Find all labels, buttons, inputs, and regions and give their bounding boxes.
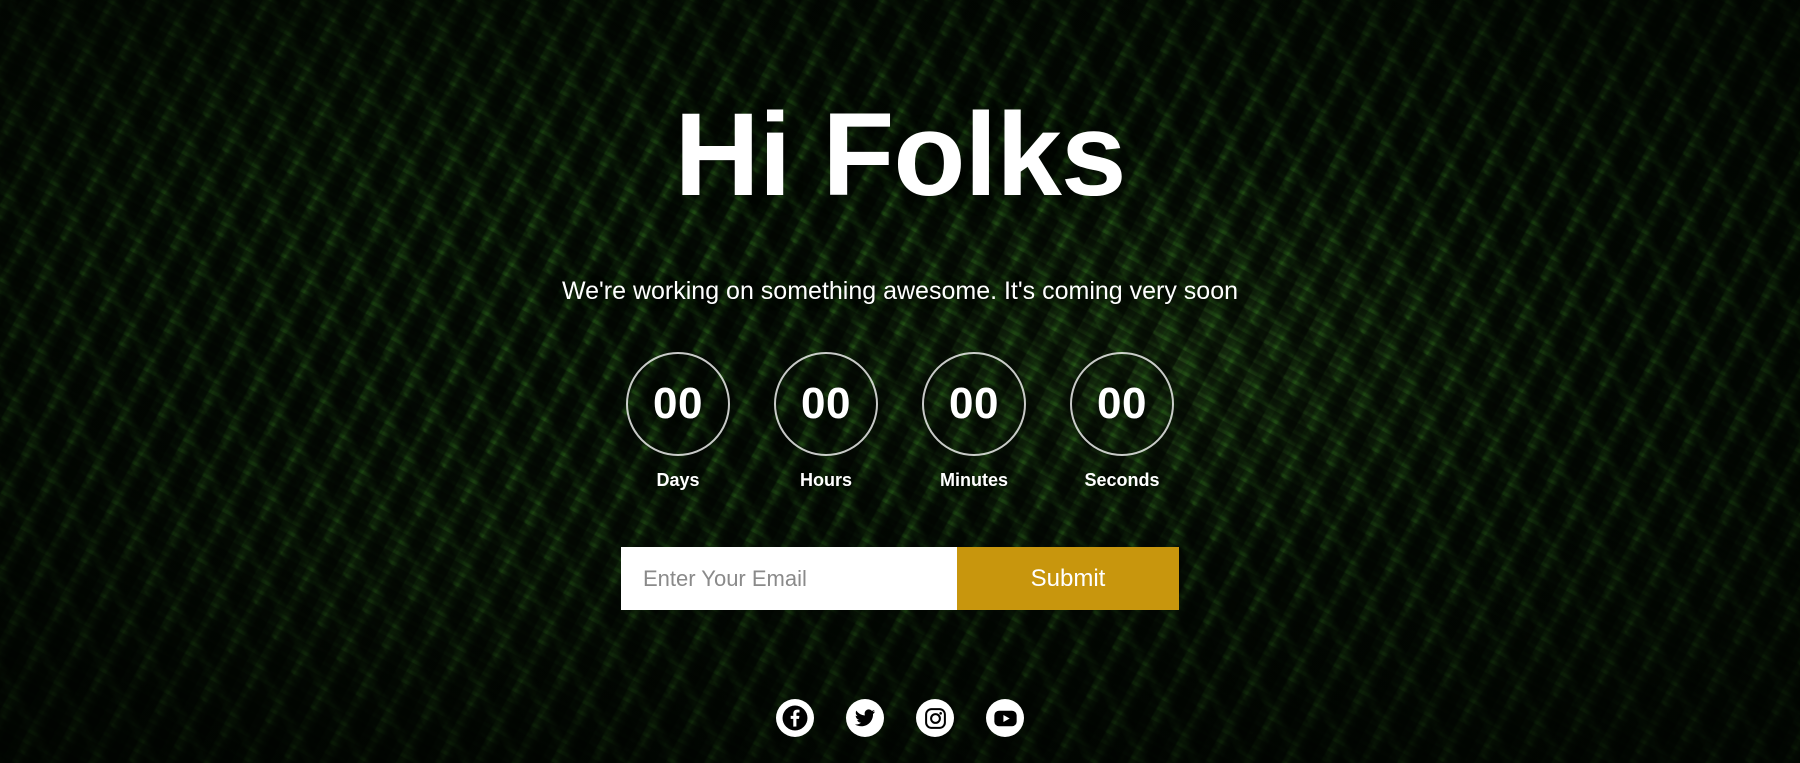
countdown-value-minutes: 00 xyxy=(949,379,999,428)
hero-content: Hi Folks We're working on something awes… xyxy=(0,0,1800,763)
countdown-unit-days: 00 Days xyxy=(626,352,730,491)
countdown-circle-minutes: 00 xyxy=(922,352,1026,456)
page-title: Hi Folks xyxy=(674,89,1127,221)
countdown-label-seconds: Seconds xyxy=(1084,470,1160,490)
countdown-value-hours: 00 xyxy=(801,379,851,428)
countdown-unit-minutes: 00 Minutes xyxy=(922,352,1026,491)
countdown-circle-days: 00 xyxy=(626,352,730,456)
countdown-timer: 00 Days 00 Hours 00 Minutes 00 Seconds xyxy=(0,352,1800,491)
social-link-instagram[interactable] xyxy=(916,699,954,737)
countdown-circle-hours: 00 xyxy=(774,352,878,456)
countdown-label-minutes: Minutes xyxy=(939,470,1008,490)
email-input[interactable] xyxy=(621,547,957,610)
countdown-value-seconds: 00 xyxy=(1097,379,1147,428)
social-link-twitter[interactable] xyxy=(846,699,884,737)
countdown-value-days: 00 xyxy=(653,379,703,428)
social-link-youtube[interactable] xyxy=(986,699,1024,737)
twitter-icon xyxy=(854,707,876,729)
countdown-label-hours: Hours xyxy=(799,470,852,490)
facebook-icon xyxy=(782,705,808,731)
newsletter-signup-form: Submit xyxy=(0,547,1800,610)
page-subtitle: We're working on something awesome. It's… xyxy=(561,277,1239,305)
instagram-icon xyxy=(924,707,947,730)
countdown-circle-seconds: 00 xyxy=(1070,352,1174,456)
countdown-unit-hours: 00 Hours xyxy=(774,352,878,491)
countdown-unit-seconds: 00 Seconds xyxy=(1070,352,1174,491)
youtube-icon xyxy=(993,706,1018,731)
coming-soon-page: Hi Folks We're working on something awes… xyxy=(0,0,1800,763)
social-link-facebook[interactable] xyxy=(776,699,814,737)
submit-button[interactable]: Submit xyxy=(957,547,1179,610)
countdown-label-days: Days xyxy=(656,470,700,490)
social-links xyxy=(0,699,1800,737)
